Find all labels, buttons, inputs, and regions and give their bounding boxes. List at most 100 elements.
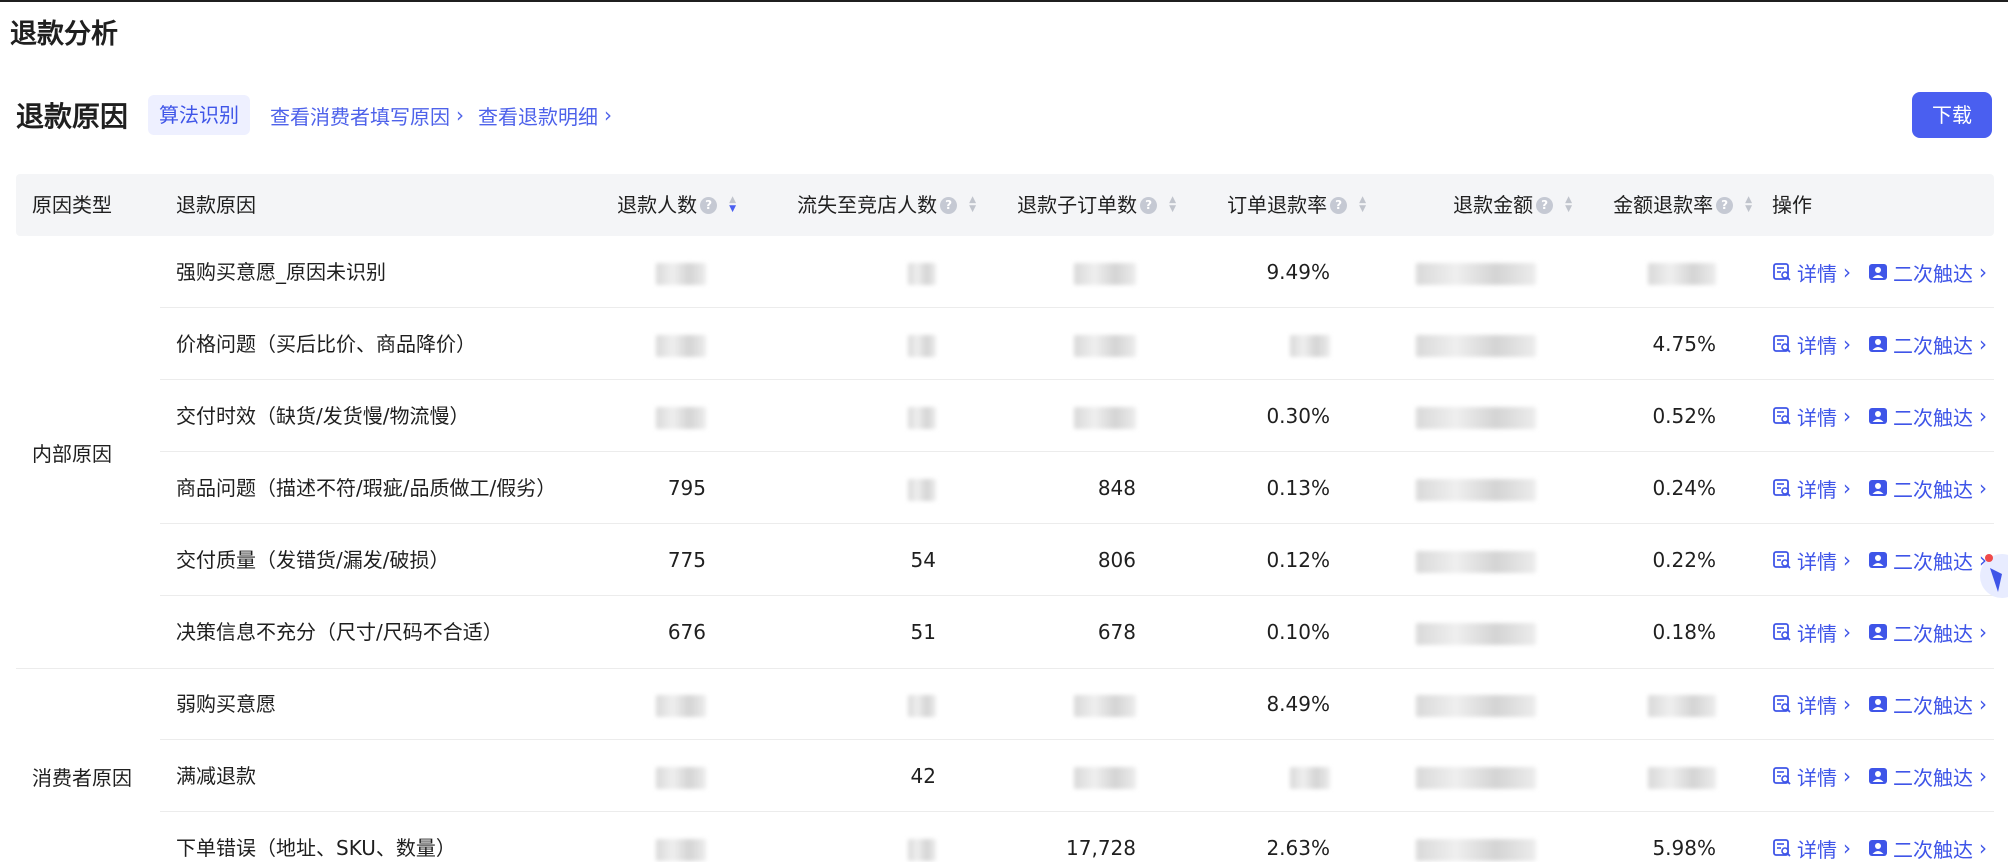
cell-order-rate <box>1176 308 1330 380</box>
cell-people: 795 <box>667 476 706 500</box>
cell-amount <box>1376 596 1536 668</box>
detail-link[interactable]: 详情 › <box>1772 596 1851 668</box>
detail-link[interactable]: 详情 › <box>1772 668 1851 740</box>
chevron-right-icon: › <box>1979 764 1987 788</box>
second-touch-link[interactable]: 二次触达 › <box>1868 380 1987 452</box>
sort-icon[interactable]: ▲ ▼ <box>1359 196 1366 214</box>
page-title: 退款分析 <box>10 19 118 50</box>
detail-link[interactable]: 详情 › <box>1772 308 1851 380</box>
cell-amount <box>1376 452 1536 524</box>
detail-link[interactable]: 详情 › <box>1772 236 1851 308</box>
second-touch-label: 二次触达 <box>1893 693 1973 718</box>
document-search-icon <box>1773 263 1791 281</box>
chevron-right-icon: › <box>1843 836 1851 860</box>
help-icon[interactable]: ? <box>1536 196 1554 214</box>
header-suborders[interactable]: 退款子订单数 ? ▲ ▼ <box>976 174 1176 236</box>
help-icon[interactable]: ? <box>1330 196 1348 214</box>
cell-suborders <box>976 308 1136 380</box>
detail-link-label: 详情 <box>1797 549 1837 574</box>
user-contact-icon <box>1869 264 1887 280</box>
detail-link[interactable]: 详情 › <box>1772 524 1851 596</box>
cell-suborders: 17,728 <box>1066 836 1136 860</box>
download-button[interactable]: 下载 <box>1912 92 1992 138</box>
detail-link-label: 详情 <box>1797 333 1837 358</box>
cell-people <box>576 740 706 812</box>
help-icon[interactable]: ? <box>1716 196 1734 214</box>
algorithm-tag[interactable]: 算法识别 <box>148 95 251 135</box>
cell-order-rate: 8.49% <box>1266 692 1330 716</box>
second-touch-label: 二次触达 <box>1893 621 1973 646</box>
second-touch-link[interactable]: 二次触达 › <box>1868 596 1987 668</box>
help-icon[interactable]: ? <box>700 196 718 214</box>
sort-icon[interactable]: ▲ ▼ <box>1745 196 1752 214</box>
group-consumer: 消费者原因 <box>32 765 132 790</box>
sort-icon[interactable]: ▲ ▼ <box>729 196 736 214</box>
detail-link-label: 详情 <box>1797 405 1837 430</box>
document-search-icon <box>1773 767 1791 785</box>
user-contact-icon <box>1869 696 1887 712</box>
masked-value <box>1416 334 1536 357</box>
detail-link[interactable]: 详情 › <box>1772 812 1851 862</box>
user-contact-icon <box>1869 552 1887 568</box>
cell-order-rate: 2.63% <box>1266 836 1330 860</box>
refund-detail-link[interactable]: 查看退款明细 › <box>478 101 612 130</box>
chevron-right-icon: › <box>456 103 465 127</box>
cell-amount <box>1376 812 1536 862</box>
cell-amount-rate: 4.75% <box>1652 332 1716 356</box>
header-amount-rate[interactable]: 金额退款率 ? ▲ ▼ <box>1572 174 1752 236</box>
user-contact-icon <box>1869 768 1887 784</box>
cell-reason: 下单错误（地址、SKU、数量） <box>176 836 456 860</box>
masked-value <box>1290 766 1330 789</box>
table-row: 强购买意愿_原因未识别 9.49% 详情 › 二次触达 › <box>160 236 1994 308</box>
section-toolbar: 退款原因 算法识别 查看消费者填写原因 › 查看退款明细 › 下载 <box>16 90 1994 140</box>
user-contact-icon <box>1869 840 1887 856</box>
cell-order-rate: 0.12% <box>1266 548 1330 572</box>
cell-lost <box>756 668 936 740</box>
second-touch-link[interactable]: 二次触达 › <box>1868 236 1987 308</box>
header-refund-people[interactable]: 退款人数 ? ▲ ▼ <box>576 174 736 236</box>
document-search-icon <box>1773 839 1791 857</box>
detail-link-label: 详情 <box>1797 837 1837 862</box>
help-icon[interactable]: ? <box>1140 196 1158 214</box>
detail-link[interactable]: 详情 › <box>1772 740 1851 812</box>
cell-amount <box>1376 524 1536 596</box>
help-icon[interactable]: ? <box>940 196 958 214</box>
header-amount[interactable]: 退款金额 ? ▲ ▼ <box>1376 174 1572 236</box>
sort-icon[interactable]: ▲ ▼ <box>1565 196 1572 214</box>
cell-lost <box>756 452 936 524</box>
masked-value <box>908 838 936 861</box>
second-touch-link[interactable]: 二次触达 › <box>1868 740 1987 812</box>
table-row: 决策信息不充分（尺寸/尺码不合适） 676 51 678 0.10% 0.18% 详情 › 二次… <box>160 596 1994 668</box>
cell-suborders <box>976 380 1136 452</box>
detail-link-label: 详情 <box>1797 261 1837 286</box>
header-lost-people[interactable]: 流失至竞店人数 ? ▲ ▼ <box>756 174 976 236</box>
header-order-rate[interactable]: 订单退款率 ? ▲ ▼ <box>1176 174 1366 236</box>
document-search-icon <box>1773 623 1791 641</box>
consumer-reason-link[interactable]: 查看消费者填写原因 › <box>270 101 464 130</box>
masked-value <box>1074 334 1136 357</box>
sort-icon[interactable]: ▲ ▼ <box>1169 196 1176 214</box>
cell-order-rate: 9.49% <box>1266 260 1330 284</box>
cell-amount <box>1376 308 1536 380</box>
masked-value <box>1416 838 1536 861</box>
cell-lost <box>756 236 936 308</box>
masked-value <box>656 838 706 861</box>
chevron-right-icon: › <box>1979 476 1987 500</box>
detail-link[interactable]: 详情 › <box>1772 380 1851 452</box>
chevron-right-icon: › <box>1843 476 1851 500</box>
table-row: 交付时效（缺货/发货慢/物流慢） 0.30% 0.52% 详情 › 二次触达 › <box>160 380 1994 452</box>
floating-assistant-icon[interactable] <box>1968 548 2008 604</box>
second-touch-label: 二次触达 <box>1893 549 1973 574</box>
detail-link[interactable]: 详情 › <box>1772 452 1851 524</box>
detail-link-label: 详情 <box>1797 477 1837 502</box>
second-touch-link[interactable]: 二次触达 › <box>1868 668 1987 740</box>
masked-value <box>1074 406 1136 429</box>
sort-icon[interactable]: ▲ ▼ <box>969 196 976 214</box>
masked-value <box>908 406 936 429</box>
cell-amount <box>1376 380 1536 452</box>
second-touch-link[interactable]: 二次触达 › <box>1868 452 1987 524</box>
second-touch-link[interactable]: 二次触达 › <box>1868 812 1987 862</box>
second-touch-link[interactable]: 二次触达 › <box>1868 308 1987 380</box>
cell-suborders <box>976 740 1136 812</box>
header-reason-type: 原因类型 <box>32 193 112 217</box>
